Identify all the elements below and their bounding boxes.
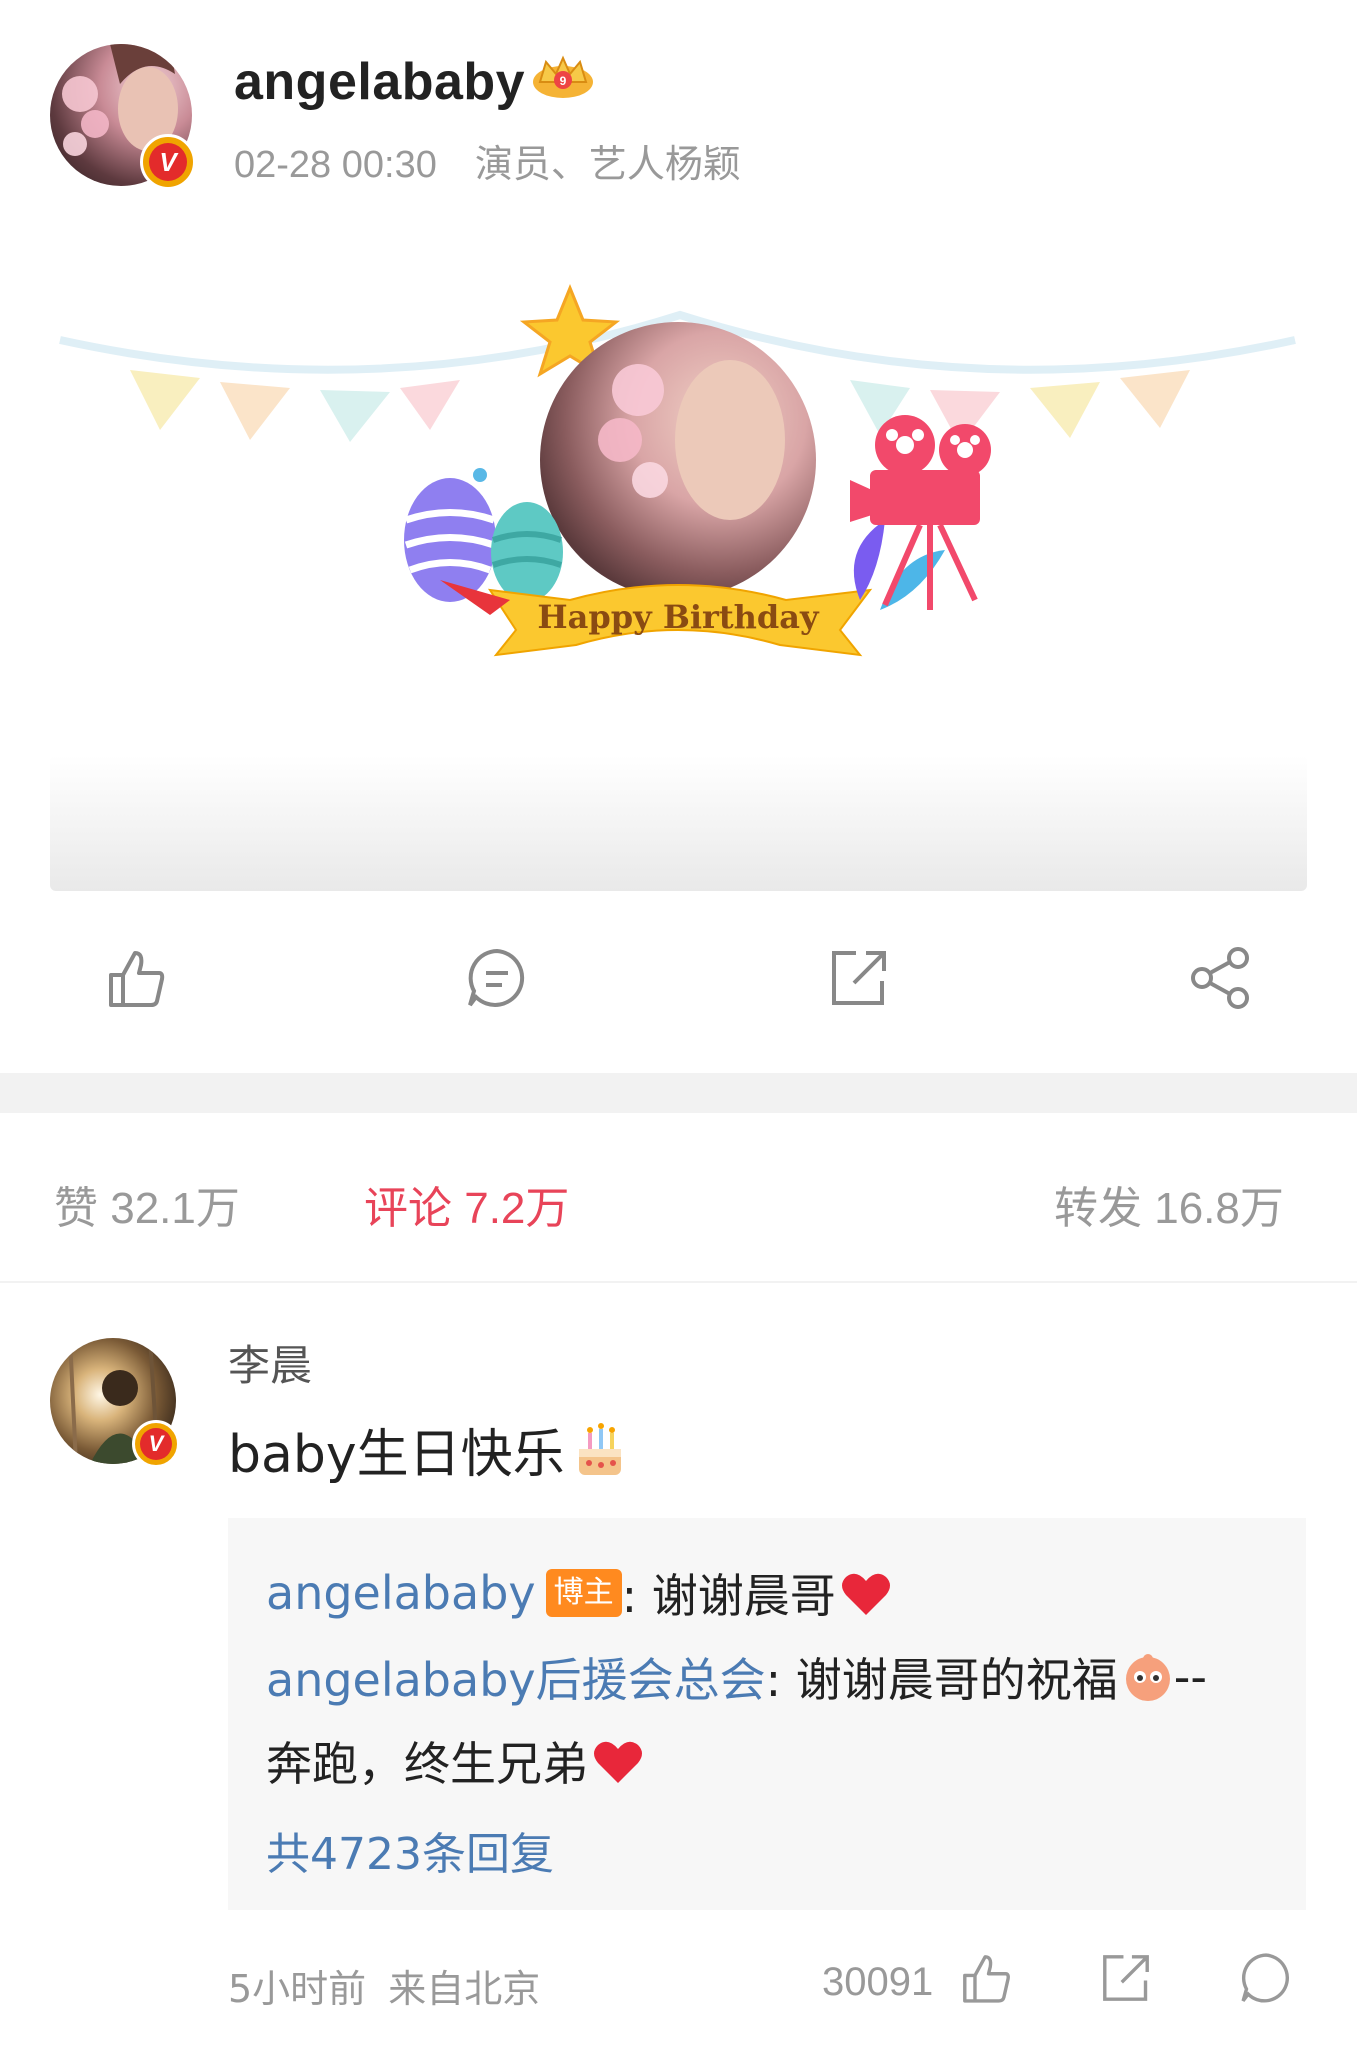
reply-text-cont: -- [1173,1650,1207,1704]
reply-text: 奔跑，终生兄弟 [266,1737,588,1791]
comment-like-count: 30091 [822,1960,934,2004]
comment-reply-icon[interactable] [1238,1950,1294,2006]
post-time: 02-28 00:30 [234,144,437,186]
comment-like-icon[interactable] [958,1950,1014,2006]
comment-source: 来自北京 [388,1967,541,2011]
comment-repost-icon[interactable] [1098,1950,1154,2006]
reply-text: : 谢谢晨哥的祝福 [765,1653,1118,1707]
author-description: 演员、艺人杨颖 [474,144,741,186]
like-icon[interactable] [103,945,169,1011]
repost-icon[interactable] [826,945,892,1011]
heart-icon [841,1573,890,1615]
commenter-name[interactable]: 李晨 [228,1332,312,1393]
reply-item[interactable]: angelababy 博主 : 谢谢晨哥 [266,1560,892,1626]
comment-body: baby生日快乐 [228,1425,565,1485]
reply-item[interactable]: 奔跑，终生兄弟 [266,1728,644,1794]
author-badge: 博主 [545,1569,622,1617]
comment-icon[interactable] [464,945,530,1011]
cake-icon [578,1422,621,1475]
author-name[interactable]: angelababy [234,52,525,112]
share-icon[interactable] [1188,945,1254,1011]
banner-title: Happy Birthday [537,598,820,636]
comment-text: baby生日快乐 [228,1412,631,1487]
reply-text: : 谢谢晨哥 [621,1569,836,1623]
verified-badge: V [140,134,196,190]
reply-item[interactable]: angelababy后援会总会 : 谢谢晨哥的祝福 -- [266,1644,1207,1710]
section-divider [0,1073,1357,1113]
svg-text:9: 9 [560,74,567,88]
tabs-divider [0,1281,1357,1283]
tab-reposts[interactable]: 转发 16.8万 [1054,1172,1284,1236]
comment-meta: 5小时前 来自北京 [228,1958,540,2013]
birthday-banner[interactable]: Happy Birthday [50,270,1307,670]
crown-icon: 9 [530,52,596,100]
tab-comments[interactable]: 评论 7.2万 [364,1172,569,1236]
verified-badge: V [132,1420,180,1468]
emoji-face-icon [1125,1654,1170,1701]
reply-nick[interactable]: angelababy后援会总会 [266,1644,766,1710]
more-replies-link[interactable]: 共4723条回复 [266,1818,554,1882]
comment-time: 5小时前 [228,1967,367,2011]
heart-icon [594,1741,642,1783]
tab-likes[interactable]: 赞 32.1万 [54,1172,240,1236]
banner-footer [50,755,1307,891]
post-meta: 02-28 00:30 演员、艺人杨颖 [234,133,741,188]
reply-nick[interactable]: angelababy [266,1566,536,1620]
